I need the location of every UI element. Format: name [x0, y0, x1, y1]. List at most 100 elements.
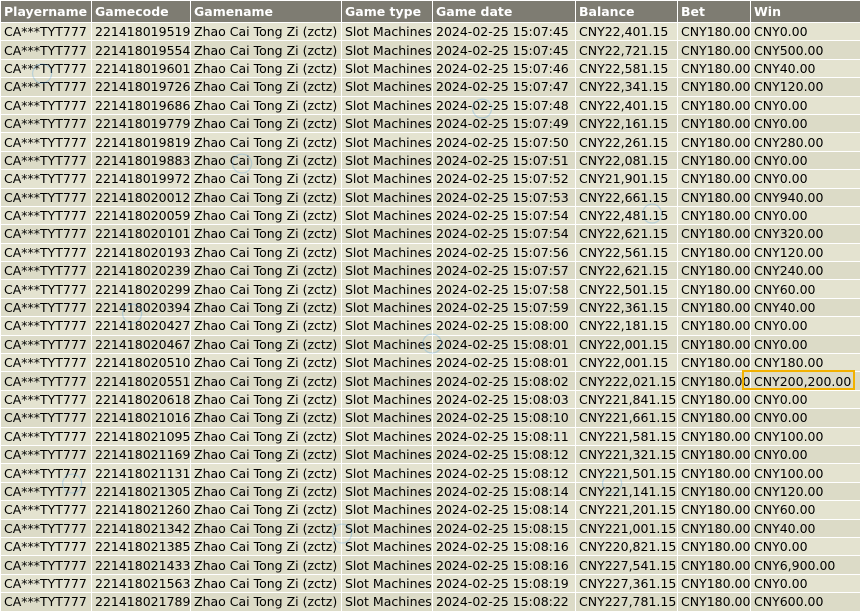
table-cell: Slot Machines — [342, 593, 433, 611]
table-cell: Zhao Cai Tong Zi (zctz) — [191, 593, 342, 611]
table-cell: CNY180.00 — [678, 280, 751, 298]
table-cell: CNY180.00 — [678, 78, 751, 96]
table-cell: 2024-02-25 15:08:12 — [433, 445, 576, 463]
table-cell: Slot Machines — [342, 335, 433, 353]
column-header[interactable]: Game type — [342, 1, 433, 23]
column-header[interactable]: Balance — [576, 1, 678, 23]
table-cell: 2024-02-25 15:07:54 — [433, 206, 576, 224]
table-cell: 221418019972 — [92, 170, 191, 188]
table-row: CA***TYT777221418019779Zhao Cai Tong Zi … — [1, 114, 860, 132]
table-cell: CA***TYT777 — [1, 354, 92, 372]
column-header[interactable]: Bet — [678, 1, 751, 23]
table-cell: 221418021016 — [92, 409, 191, 427]
table-cell: 2024-02-25 15:07:58 — [433, 280, 576, 298]
table-cell: 221418021789 — [92, 593, 191, 611]
table-cell: CA***TYT777 — [1, 59, 92, 77]
table-cell: Zhao Cai Tong Zi (zctz) — [191, 372, 342, 390]
table-cell: 221418019554 — [92, 41, 191, 59]
table-cell: CNY0.00 — [751, 409, 860, 427]
table-cell: CNY22,001.15 — [576, 354, 678, 372]
table-cell: CNY221,661.15 — [576, 409, 678, 427]
table-row: CA***TYT777221418021342Zhao Cai Tong Zi … — [1, 519, 860, 537]
table-cell: CNY0.00 — [751, 445, 860, 463]
table-cell: CNY180.00 — [678, 445, 751, 463]
table-cell: CNY180.00 — [678, 206, 751, 224]
table-cell: CNY0.00 — [751, 170, 860, 188]
column-header[interactable]: Gamecode — [92, 1, 191, 23]
table-cell: CNY0.00 — [751, 317, 860, 335]
table-cell: Slot Machines — [342, 280, 433, 298]
table-cell: CNY22,361.15 — [576, 298, 678, 316]
table-cell: Zhao Cai Tong Zi (zctz) — [191, 298, 342, 316]
column-header[interactable]: Gamename — [191, 1, 342, 23]
table-cell: 2024-02-25 15:07:53 — [433, 188, 576, 206]
table-cell: CNY222,021.15 — [576, 372, 678, 390]
column-header[interactable]: Playername — [1, 1, 92, 23]
column-header[interactable]: Game date — [433, 1, 576, 23]
table-row: CA***TYT777221418020510Zhao Cai Tong Zi … — [1, 354, 860, 372]
table-cell: Zhao Cai Tong Zi (zctz) — [191, 464, 342, 482]
table-cell: CNY180.00 — [678, 390, 751, 408]
table-cell: CA***TYT777 — [1, 262, 92, 280]
table-cell: CNY180.00 — [678, 519, 751, 537]
table-row: CA***TYT777221418020012Zhao Cai Tong Zi … — [1, 188, 860, 206]
table-cell: Slot Machines — [342, 262, 433, 280]
table-cell: 221418021095 — [92, 427, 191, 445]
table-cell: CNY22,161.15 — [576, 114, 678, 132]
table-cell: CNY22,081.15 — [576, 151, 678, 169]
table-cell: Slot Machines — [342, 188, 433, 206]
table-cell: 2024-02-25 15:08:16 — [433, 556, 576, 574]
table-cell: 221418019686 — [92, 96, 191, 114]
table-row: CA***TYT777221418019686Zhao Cai Tong Zi … — [1, 96, 860, 114]
table-cell: CA***TYT777 — [1, 501, 92, 519]
table-row: CA***TYT777221418021260Zhao Cai Tong Zi … — [1, 501, 860, 519]
table-cell: Zhao Cai Tong Zi (zctz) — [191, 427, 342, 445]
table-cell: 2024-02-25 15:08:14 — [433, 482, 576, 500]
table-cell: CNY220,821.15 — [576, 537, 678, 555]
table-cell: 2024-02-25 15:07:45 — [433, 41, 576, 59]
table-cell: Zhao Cai Tong Zi (zctz) — [191, 537, 342, 555]
table-cell: CA***TYT777 — [1, 537, 92, 555]
table-cell: Zhao Cai Tong Zi (zctz) — [191, 206, 342, 224]
table-cell: CA***TYT777 — [1, 574, 92, 592]
table-cell: 2024-02-25 15:08:03 — [433, 390, 576, 408]
table-cell: CA***TYT777 — [1, 23, 92, 41]
table-cell: CA***TYT777 — [1, 445, 92, 463]
table-row: CA***TYT777221418019972Zhao Cai Tong Zi … — [1, 170, 860, 188]
table-cell: 221418019519 — [92, 23, 191, 41]
table-cell: CNY600.00 — [751, 593, 860, 611]
table-cell: Zhao Cai Tong Zi (zctz) — [191, 317, 342, 335]
table-cell: CNY100.00 — [751, 464, 860, 482]
table-cell: CA***TYT777 — [1, 427, 92, 445]
column-header[interactable]: Win — [751, 1, 860, 23]
table-row: CA***TYT777221418020101Zhao Cai Tong Zi … — [1, 225, 860, 243]
table-cell: Slot Machines — [342, 537, 433, 555]
table-cell: CA***TYT777 — [1, 464, 92, 482]
table-cell: CA***TYT777 — [1, 390, 92, 408]
table-cell: CA***TYT777 — [1, 372, 92, 390]
table-cell: Slot Machines — [342, 206, 433, 224]
table-cell: CNY180.00 — [678, 574, 751, 592]
table-cell: Zhao Cai Tong Zi (zctz) — [191, 78, 342, 96]
table-cell: 2024-02-25 15:08:15 — [433, 519, 576, 537]
table-cell: 2024-02-25 15:08:12 — [433, 464, 576, 482]
table-cell: 221418021131 — [92, 464, 191, 482]
table-cell: Zhao Cai Tong Zi (zctz) — [191, 151, 342, 169]
table-cell: CNY40.00 — [751, 298, 860, 316]
table-cell: CNY180.00 — [678, 317, 751, 335]
table-cell: 221418021433 — [92, 556, 191, 574]
table-cell: Slot Machines — [342, 390, 433, 408]
table-cell: CNY221,501.15 — [576, 464, 678, 482]
table-cell: CA***TYT777 — [1, 96, 92, 114]
table-cell: CNY180.00 — [678, 593, 751, 611]
table-cell: Zhao Cai Tong Zi (zctz) — [191, 225, 342, 243]
table-cell: CNY227,541.15 — [576, 556, 678, 574]
table-cell: 2024-02-25 15:07:45 — [433, 23, 576, 41]
table-row: CA***TYT777221418019519Zhao Cai Tong Zi … — [1, 23, 860, 41]
table-cell: Zhao Cai Tong Zi (zctz) — [191, 96, 342, 114]
table-cell: 2024-02-25 15:08:02 — [433, 372, 576, 390]
table-cell: 221418019883 — [92, 151, 191, 169]
table-cell: CNY0.00 — [751, 23, 860, 41]
table-cell: CNY180.00 — [678, 170, 751, 188]
table-cell: 2024-02-25 15:08:22 — [433, 593, 576, 611]
